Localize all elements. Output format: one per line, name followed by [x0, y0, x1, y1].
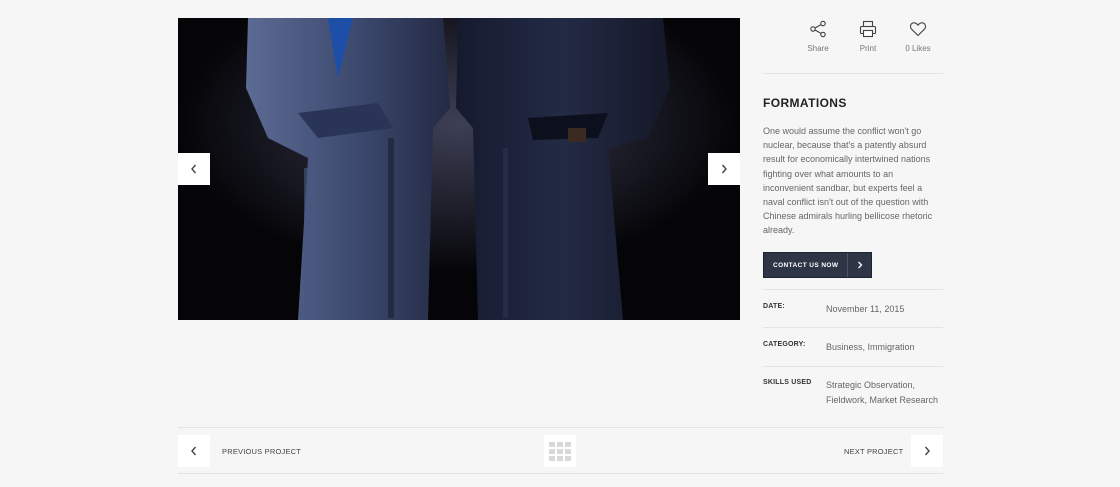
divider	[178, 473, 943, 474]
category-value: Business, Immigration	[826, 342, 915, 352]
print-label: Print	[859, 44, 877, 53]
like-button[interactable]: 0 Likes	[900, 18, 936, 53]
next-project-button[interactable]	[911, 435, 943, 467]
date-label: DATE:	[763, 303, 785, 310]
print-button[interactable]: Print	[850, 18, 886, 53]
businessmen-photo	[178, 18, 740, 320]
share-button[interactable]: Share	[800, 18, 836, 53]
divider	[763, 73, 943, 74]
chevron-right-icon	[924, 446, 930, 456]
contact-us-button[interactable]: CONTACT US NOW	[763, 252, 872, 278]
project-description: One would assume the conflict won't go n…	[763, 126, 933, 236]
next-project-link[interactable]: NEXT PROJECT	[844, 447, 903, 456]
divider	[763, 289, 943, 290]
divider	[763, 327, 943, 328]
previous-project-button[interactable]	[178, 435, 210, 467]
project-title: FORMATIONS	[763, 96, 847, 110]
category-label: CATEGORY:	[763, 341, 806, 348]
chevron-right-icon	[857, 261, 862, 269]
previous-project-link[interactable]: PREVIOUS PROJECT	[222, 447, 301, 456]
grid-icon	[549, 441, 555, 447]
slider-prev-button[interactable]	[178, 153, 210, 185]
share-label: Share	[807, 44, 829, 53]
contact-us-label: CONTACT US NOW	[773, 261, 839, 269]
share-icon	[810, 20, 826, 38]
divider	[178, 427, 943, 428]
likes-count: 0 Likes	[905, 44, 931, 53]
printer-icon	[859, 20, 877, 38]
skills-value: Strategic Observation, Fieldwork, Market…	[826, 380, 939, 405]
all-projects-grid-button[interactable]	[544, 435, 576, 467]
chevron-left-icon	[191, 164, 197, 174]
slider-next-button[interactable]	[708, 153, 740, 185]
project-image-slider	[178, 18, 740, 320]
chevron-left-icon	[191, 446, 197, 456]
skills-label: SKILLS USED	[763, 379, 812, 386]
divider	[763, 366, 943, 367]
chevron-right-icon	[721, 164, 727, 174]
project-actions: Share Print 0 Likes	[800, 18, 936, 53]
heart-icon	[909, 22, 927, 37]
date-value: November 11, 2015	[826, 304, 905, 314]
